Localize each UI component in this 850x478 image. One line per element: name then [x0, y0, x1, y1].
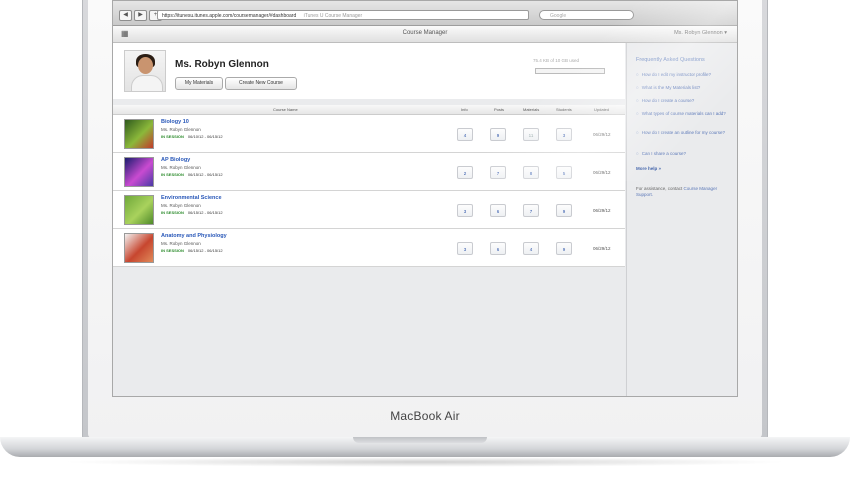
status-badge: IN SESSION — [161, 172, 184, 177]
materials-count[interactable]: 7 — [523, 204, 539, 217]
col-info[interactable]: Info — [461, 107, 468, 112]
status-badge: IN SESSION — [161, 248, 184, 253]
faq-link[interactable]: How do I create an outline for my course… — [636, 130, 732, 136]
info-count[interactable]: 3 — [457, 204, 473, 217]
materials-count[interactable]: 11 — [523, 128, 539, 141]
assistance-prefix: For assistance, contact — [636, 186, 683, 191]
col-posts[interactable]: Posts — [494, 107, 504, 112]
table-row[interactable]: Biology 10 Ms. Robyn Glennon IN SESSION 0… — [113, 115, 625, 153]
info-count[interactable]: 3 — [457, 242, 473, 255]
status-badge: IN SESSION — [161, 210, 184, 215]
table-row[interactable]: AP Biology Ms. Robyn Glennon IN SESSION 0… — [113, 153, 625, 191]
students-count[interactable]: 9 — [556, 242, 572, 255]
students-count[interactable]: 9 — [556, 204, 572, 217]
faq-link[interactable]: How do I create a course? — [636, 98, 732, 104]
dashboard-main: Ms. Robyn Glennon My Materials Create Ne… — [113, 43, 625, 396]
device-brand-label: MacBook Air — [390, 409, 460, 423]
storage-bar — [535, 68, 605, 74]
course-thumbnail[interactable] — [124, 119, 154, 149]
course-thumbnail[interactable] — [124, 195, 154, 225]
assistance-text: For assistance, contact Course Manager S… — [636, 186, 726, 198]
faq-link[interactable]: Can I share a course? — [636, 151, 732, 157]
browser-toolbar: ◀ ▶ + https://itunesu.itunes.apple.com/c… — [113, 1, 737, 26]
col-course-name[interactable]: Course Name — [273, 107, 298, 112]
profile-name: Ms. Robyn Glennon — [175, 59, 269, 70]
course-name-link[interactable]: Environmental Science — [161, 195, 222, 201]
col-materials[interactable]: Materials — [523, 107, 539, 112]
updated-date: 06/29/12 — [593, 132, 611, 137]
app-header: ▦ Course Manager Ms. Robyn Glennon ▾ — [113, 26, 737, 43]
course-name-link[interactable]: AP Biology — [161, 157, 190, 163]
info-count[interactable]: 4 — [457, 128, 473, 141]
course-dates: 06/10/12 - 06/15/12 — [187, 134, 223, 139]
course-dates: 06/15/12 - 06/15/12 — [187, 172, 223, 177]
faq-link[interactable]: What is the My Materials list? — [636, 85, 732, 91]
laptop-base-notch — [353, 437, 487, 443]
forward-button[interactable]: ▶ — [134, 10, 147, 21]
students-count[interactable]: 5 — [556, 166, 572, 179]
course-dates: 06/15/12 - 06/15/12 — [187, 248, 223, 253]
info-count[interactable]: 2 — [457, 166, 473, 179]
url-text: https://itunesu.itunes.apple.com/coursem… — [162, 13, 297, 19]
laptop: MacBook Air ◀ ▶ + https://itunesu.itunes… — [0, 0, 850, 478]
table-row[interactable]: Anatomy and Physiology Ms. Robyn Glennon… — [113, 229, 625, 267]
course-instructor: Ms. Robyn Glennon — [161, 127, 201, 132]
course-list: Biology 10 Ms. Robyn Glennon IN SESSION 0… — [113, 115, 625, 267]
course-instructor: Ms. Robyn Glennon — [161, 203, 201, 208]
course-dates: 06/15/12 - 06/15/12 — [187, 210, 223, 215]
posts-count[interactable]: 6 — [490, 204, 506, 217]
course-name-link[interactable]: Biology 10 — [161, 119, 189, 125]
create-course-button[interactable]: Create New Course — [225, 77, 297, 90]
materials-count[interactable]: 4 — [523, 242, 539, 255]
course-status-line: IN SESSION 06/10/12 - 06/15/12 — [161, 134, 223, 139]
course-status-line: IN SESSION 06/15/12 - 06/15/12 — [161, 172, 223, 177]
posts-count[interactable]: 7 — [490, 166, 506, 179]
course-thumbnail[interactable] — [124, 233, 154, 263]
course-instructor: Ms. Robyn Glennon — [161, 165, 201, 170]
col-students[interactable]: Students — [556, 107, 572, 112]
course-status-line: IN SESSION 06/15/12 - 06/15/12 — [161, 210, 223, 215]
my-materials-button[interactable]: My Materials — [175, 77, 223, 90]
search-input[interactable]: Google — [539, 10, 634, 20]
page-tab-title: iTunes U Course Manager — [303, 13, 363, 19]
laptop-shadow — [60, 457, 790, 467]
students-count[interactable]: 3 — [556, 128, 572, 141]
faq-heading: Frequently Asked Questions — [636, 57, 705, 63]
user-menu[interactable]: Ms. Robyn Glennon ▾ — [674, 30, 727, 36]
updated-date: 06/29/12 — [593, 208, 611, 213]
faq-link[interactable]: What types of course materials can I add… — [636, 111, 732, 117]
materials-count[interactable]: 8 — [523, 166, 539, 179]
course-status-line: IN SESSION 06/15/12 - 06/15/12 — [161, 248, 223, 253]
updated-date: 06/29/12 — [593, 170, 611, 175]
course-instructor: Ms. Robyn Glennon — [161, 241, 201, 246]
updated-date: 06/29/12 — [593, 246, 611, 251]
avatar — [124, 50, 166, 92]
status-badge: IN SESSION — [161, 134, 184, 139]
faq-sidebar: Frequently Asked Questions How do I edit… — [626, 43, 737, 396]
table-row[interactable]: Environmental Science Ms. Robyn Glennon … — [113, 191, 625, 229]
table-header: Course Name Info Posts Materials Student… — [113, 105, 625, 115]
faq-link[interactable]: How do I edit my instructor profile? — [636, 72, 732, 78]
course-name-link[interactable]: Anatomy and Physiology — [161, 233, 227, 239]
posts-count[interactable]: 6 — [490, 242, 506, 255]
screen: ◀ ▶ + https://itunesu.itunes.apple.com/c… — [112, 0, 738, 397]
course-thumbnail[interactable] — [124, 157, 154, 187]
posts-count[interactable]: 9 — [490, 128, 506, 141]
profile-panel: Ms. Robyn Glennon My Materials Create Ne… — [113, 43, 625, 99]
more-help-link[interactable]: More help » — [636, 166, 661, 171]
col-updated[interactable]: Updated — [594, 107, 609, 112]
storage-text: 75.4 KB of 10 GB used — [533, 58, 580, 63]
back-button[interactable]: ◀ — [119, 10, 132, 21]
address-bar[interactable]: https://itunesu.itunes.apple.com/coursem… — [157, 10, 529, 20]
app-title: Course Manager — [402, 30, 448, 36]
